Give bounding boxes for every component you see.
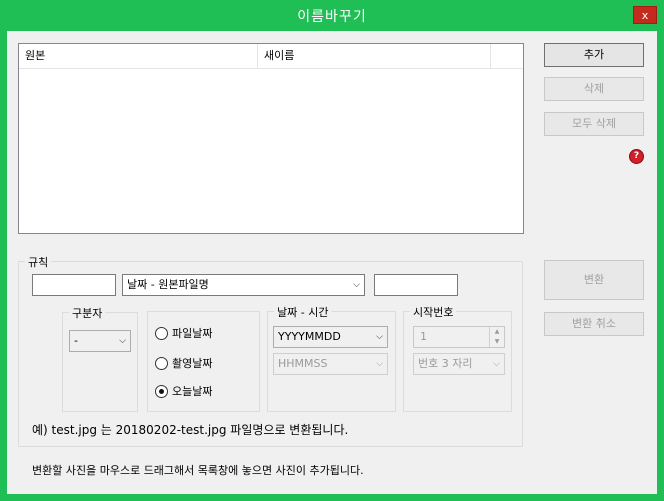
date-format-select[interactable]: YYYYMMDD ⌵ xyxy=(273,326,388,348)
hint-text: 변환할 사진을 마우스로 드래그해서 목록창에 놓으면 사진이 추가됩니다. xyxy=(32,464,364,477)
file-list[interactable]: 원본 새이름 xyxy=(18,43,524,234)
separator-group: 구분자 xyxy=(62,305,138,412)
datetime-label: 날짜 - 시간 xyxy=(274,304,332,320)
separator-select-value: - xyxy=(74,334,78,347)
dialog-body: 원본 새이름 추가 삭제 모두 삭제 ? 변환 변환 취소 규칙 날짜 - 원본… xyxy=(7,31,657,494)
date-format-value: YYYYMMDD xyxy=(278,330,341,343)
radio-today-date[interactable]: 오늘날짜 xyxy=(155,384,212,400)
start-number-spinner[interactable]: 1 ▲ ▼ xyxy=(413,326,505,348)
spin-down-icon[interactable]: ▼ xyxy=(490,337,504,347)
radio-capture-date-label: 촬영날짜 xyxy=(172,357,213,370)
chevron-down-icon: ⌵ xyxy=(376,332,383,342)
spinner-buttons[interactable]: ▲ ▼ xyxy=(489,327,504,347)
separator-label: 구분자 xyxy=(69,305,106,321)
column-new-name[interactable]: 새이름 xyxy=(258,44,491,68)
suffix-input[interactable] xyxy=(374,274,458,296)
column-filler xyxy=(491,44,523,68)
chevron-down-icon: ⌵ xyxy=(376,359,383,369)
pattern-select[interactable]: 날짜 - 원본파일명 ⌵ xyxy=(122,274,365,296)
cancel-convert-button[interactable]: 변환 취소 xyxy=(544,312,644,336)
chevron-down-icon: ⌵ xyxy=(119,336,126,346)
pattern-select-value: 날짜 - 원본파일명 xyxy=(127,278,209,291)
column-original[interactable]: 원본 xyxy=(19,44,258,68)
radio-button[interactable] xyxy=(155,326,168,340)
chevron-down-icon: ⌵ xyxy=(493,359,500,369)
digits-select[interactable]: 번호 3 자리 ⌵ xyxy=(413,353,505,375)
radio-today-date-label: 오늘날짜 xyxy=(172,385,213,398)
question-icon[interactable]: ? xyxy=(630,150,643,163)
digits-value: 번호 3 자리 xyxy=(418,357,473,370)
radio-button[interactable] xyxy=(155,356,168,370)
title-bar[interactable]: 이름바꾸기 x xyxy=(0,0,664,31)
delete-all-button[interactable]: 모두 삭제 xyxy=(544,112,644,136)
example-text: 예) test.jpg 는 20180202-test.jpg 파일명으로 변환… xyxy=(32,423,349,437)
radio-file-date-label: 파일날짜 xyxy=(172,327,213,340)
separator-select[interactable]: - ⌵ xyxy=(69,330,131,352)
radio-file-date[interactable]: 파일날짜 xyxy=(155,326,212,342)
close-button[interactable]: x xyxy=(633,6,657,24)
chevron-down-icon: ⌵ xyxy=(353,280,360,290)
start-number-label: 시작번호 xyxy=(410,304,457,320)
time-format-select[interactable]: HHMMSS ⌵ xyxy=(273,353,388,375)
delete-button[interactable]: 삭제 xyxy=(544,77,644,101)
start-number-value: 1 xyxy=(420,330,427,343)
file-list-header: 원본 새이름 xyxy=(19,44,523,69)
convert-button[interactable]: 변환 xyxy=(544,260,644,300)
window-title: 이름바꾸기 xyxy=(297,9,367,25)
spin-up-icon[interactable]: ▲ xyxy=(490,327,504,337)
radio-capture-date[interactable]: 촬영날짜 xyxy=(155,356,212,372)
rename-window: 이름바꾸기 x 원본 새이름 추가 삭제 모두 삭제 ? 변환 변환 취소 규칙… xyxy=(0,0,664,501)
prefix-input[interactable] xyxy=(32,274,116,296)
rules-label: 규칙 xyxy=(25,254,52,270)
time-format-value: HHMMSS xyxy=(278,357,328,370)
add-button[interactable]: 추가 xyxy=(544,43,644,67)
radio-button-checked[interactable] xyxy=(155,384,168,398)
